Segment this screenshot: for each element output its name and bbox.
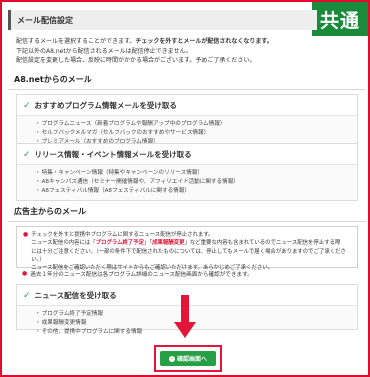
a8-box-release: ✓ リリース情報・イベント情報メールを受け取る 特集・キャンペーン情報（特集やキ…	[16, 143, 358, 201]
list-item: プログラム終了予定情報	[35, 310, 357, 319]
adv-notice-box: ● チェックを外すと提携中プログラムに関するニュース配信が停止されます。 ニュー…	[16, 226, 358, 271]
list-item: その他、提携中プログラムに関する情報	[35, 328, 357, 337]
list-item: プログラムニュース（新着プログラムや報酬アップ中のプログラム情報）	[35, 120, 357, 129]
past-news-note: ● 過去１年分のニュース配信は各プログラム詳細のニュース配信画面から確認ができま…	[22, 270, 352, 278]
list-item: A8フェスティバル情報（A8フェスティバルに関する情報）	[35, 187, 357, 196]
notice-line2a: ニュース配信の内容には「	[31, 240, 96, 247]
a8-box-release-list: 特集・キャンペーン情報（特集やキャンペーンのリリース情報） A8キャンパス通信（…	[17, 165, 357, 200]
notice-program-end: プログラム終了予定	[95, 240, 145, 247]
common-badge: 共通	[312, 2, 368, 36]
checkbox-checked-icon[interactable]: ✓	[23, 291, 31, 301]
a8-box-recommend-label: おすすめプログラム情報メールを受け取る	[34, 101, 177, 110]
intro-line3: 配信設定を変更した場合、反映に時間がかかる場合がございます。予めご了承ください。	[16, 57, 256, 64]
list-item: A8キャンパス通信（セミナー開催情報や、アフィリエイト活動に関する情報）	[35, 178, 357, 187]
checkbox-checked-icon[interactable]: ✓	[23, 150, 31, 160]
a8-box-release-head[interactable]: ✓ リリース情報・イベント情報メールを受け取る	[17, 144, 357, 165]
notice-line1: チェックを外すと提携中プログラムに関するニュース配信が停止されます。	[31, 232, 214, 238]
checkbox-checked-icon[interactable]: ✓	[23, 101, 31, 111]
confirm-highlight: › 確認画面へ	[154, 345, 222, 372]
intro-line2: 下記以外のA8.netから配信されるメールは配信停止できません。	[16, 47, 192, 55]
intro-line1-bold: チェックを外すとメールが配信されなくなります。	[135, 38, 273, 45]
list-item: 特集・キャンペーン情報（特集やキャンペーンのリリース情報）	[35, 169, 357, 178]
intro-text: 配信するメールを選択することができます。チェックを外すとメールが配信されなくなり…	[16, 37, 356, 66]
intro-line1: 配信するメールを選択することができます。	[16, 38, 136, 45]
list-item: セルフバックメルマガ（セルフバックのおすすめやサービス情報）	[35, 129, 357, 138]
page-title: メール配信設定	[8, 10, 317, 30]
notice-line2c: 」など重要な内容も含まれているのでニュース配信を停止する際	[184, 240, 341, 247]
warning-icon: ●	[22, 270, 28, 277]
section-a8-title: A8.netからのメール	[8, 74, 366, 90]
a8-box-recommend-head[interactable]: ✓ おすすめプログラム情報メールを受け取る	[17, 95, 357, 116]
a8-box-release-label: リリース情報・イベント情報メールを受け取る	[34, 150, 192, 159]
arrow-circle-icon: ›	[168, 355, 175, 362]
confirm-button-label: 確認画面へ	[176, 356, 207, 363]
notice-line2b: 」「	[144, 240, 153, 247]
adv-box-news-label: ニュース配信を受け取る	[34, 291, 117, 300]
notice-reward-change: 成果報酬変更	[152, 240, 185, 247]
past-news-text: 過去１年分のニュース配信は各プログラム詳細のニュース配信画面から確認ができます。	[30, 272, 253, 278]
notice-line3: には十分ご注意ください。（一部の条件下で配信されたものについては、停止してもメー…	[31, 248, 346, 263]
down-arrow-icon	[174, 295, 196, 340]
section-adv-title: 広告主からのメール	[8, 206, 366, 222]
warning-icon: ●	[23, 231, 29, 238]
confirm-button[interactable]: › 確認画面へ	[160, 351, 216, 366]
list-item: 成果報酬変更情報	[35, 319, 357, 328]
mail-settings-panel: 共通 メール配信設定 配信するメールを選択することができます。チェックを外すとメ…	[0, 0, 370, 377]
